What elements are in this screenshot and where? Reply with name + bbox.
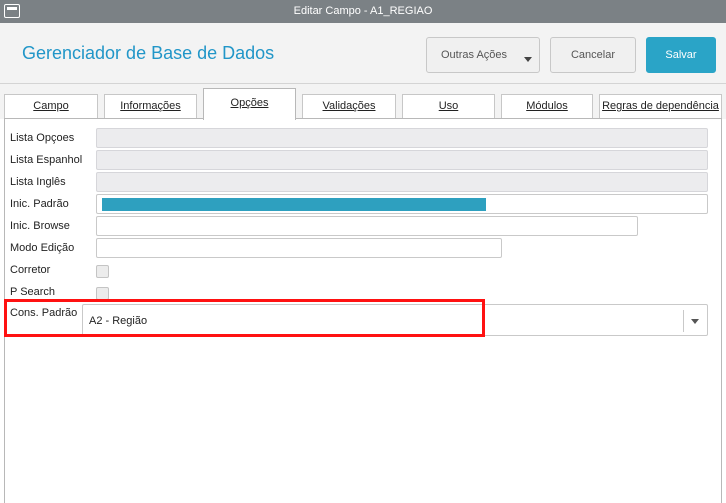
corretor-label: Corretor bbox=[10, 264, 51, 276]
tab-regras-de-dependencia[interactable]: Regras de dependência bbox=[599, 94, 722, 118]
save-button[interactable]: Salvar bbox=[646, 37, 716, 73]
chevron-down-icon[interactable] bbox=[691, 319, 699, 324]
highlight-box bbox=[4, 299, 485, 337]
lista-espanhol-label: Lista Espanhol bbox=[10, 154, 83, 166]
tab-bar: Campo Informações Opções Validações Uso … bbox=[0, 84, 726, 120]
page-title: Gerenciador de Base de Dados bbox=[22, 43, 275, 63]
lista-espanhol-field bbox=[96, 150, 708, 170]
cancel-button[interactable]: Cancelar bbox=[550, 37, 636, 73]
tab-uso[interactable]: Uso bbox=[402, 94, 495, 118]
outras-acoes-label: Outras Ações bbox=[441, 49, 508, 61]
inic-padrao-label: Inic. Padrão bbox=[10, 198, 69, 210]
p-search-label: P Search bbox=[10, 286, 56, 298]
tab-modulos[interactable]: Módulos bbox=[501, 94, 593, 118]
lista-opcoes-label: Lista Opçoes bbox=[10, 132, 75, 144]
select-divider bbox=[683, 310, 684, 332]
window-titlebar: Editar Campo - A1_REGIAO bbox=[0, 0, 726, 23]
tab-campo[interactable]: Campo bbox=[4, 94, 98, 118]
inic-browse-field[interactable] bbox=[96, 216, 638, 236]
inic-padrao-text-selection bbox=[102, 198, 486, 211]
corretor-checkbox[interactable] bbox=[96, 265, 109, 278]
page-header: Gerenciador de Base de Dados Outras Açõe… bbox=[0, 23, 726, 84]
inic-padrao-field[interactable] bbox=[96, 194, 708, 214]
lista-opcoes-field bbox=[96, 128, 708, 148]
lista-ingles-field bbox=[96, 172, 708, 192]
tab-informacoes[interactable]: Informações bbox=[104, 94, 197, 118]
window-title: Editar Campo - A1_REGIAO bbox=[293, 5, 433, 17]
inic-browse-label: Inic. Browse bbox=[10, 220, 70, 232]
chevron-down-icon bbox=[524, 57, 532, 62]
tab-validacoes[interactable]: Validações bbox=[302, 94, 396, 118]
modo-edicao-label: Modo Edição bbox=[10, 242, 75, 254]
outras-acoes-button[interactable]: Outras Ações bbox=[426, 37, 540, 73]
lista-ingles-label: Lista Inglês bbox=[10, 176, 66, 188]
modo-edicao-field[interactable] bbox=[96, 238, 502, 258]
tab-opcoes[interactable]: Opções bbox=[203, 88, 296, 120]
